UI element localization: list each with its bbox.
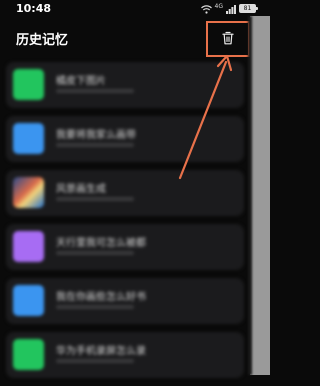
page-title: 历史记忆: [16, 33, 69, 48]
history-item[interactable]: 我在你画些怎么好书: [6, 278, 244, 324]
history-item-title: 风景画生成: [56, 184, 106, 195]
trash-icon: [222, 30, 234, 49]
signal-icon: [226, 0, 236, 18]
history-list: 橘皮下图片我要将我家么画带 风景画生成天行里我可怎么被都 我在你画些怎么好书 华为手机…: [6, 62, 244, 386]
side-panel-edge: [250, 16, 270, 375]
history-item[interactable]: 风景画生成: [6, 170, 244, 216]
history-item-meta: [56, 359, 134, 363]
history-item[interactable]: 天行里我可怎么被都: [6, 224, 244, 270]
history-thumbnail: [13, 123, 44, 154]
history-item[interactable]: 华为手机录屏怎么录: [6, 332, 244, 378]
history-item-title: 我在你画些怎么好书: [56, 292, 146, 303]
history-thumbnail: [13, 69, 44, 100]
network-type: 4G: [214, 2, 223, 10]
history-thumbnail: [13, 339, 44, 370]
history-item-meta: [56, 305, 134, 309]
history-item-meta: [56, 143, 134, 147]
history-item-title: 我要将我家么画带: [56, 130, 136, 141]
history-item[interactable]: 我要将我家么画带: [6, 116, 244, 162]
history-item-title: 华为手机录屏怎么录: [56, 346, 146, 357]
side-panel-shadow: [248, 16, 252, 375]
battery-icon: 81: [239, 3, 258, 13]
history-item-meta: [56, 89, 134, 93]
history-item-meta: [56, 251, 134, 255]
history-item[interactable]: 橘皮下图片: [6, 62, 244, 108]
history-thumbnail: [13, 177, 44, 208]
history-item-title: 天行里我可怎么被都: [56, 238, 146, 249]
history-thumbnail: [13, 231, 44, 262]
history-thumbnail: [13, 285, 44, 316]
history-item-meta: [56, 197, 134, 201]
clear-history-button[interactable]: [206, 21, 250, 57]
status-time: 10:48: [16, 2, 52, 15]
status-icons: 4G 81: [200, 2, 258, 14]
status-bar: 10:48 4G 81: [0, 0, 270, 16]
wifi-icon: [200, 0, 212, 18]
history-item-title: 橘皮下图片: [56, 76, 106, 87]
